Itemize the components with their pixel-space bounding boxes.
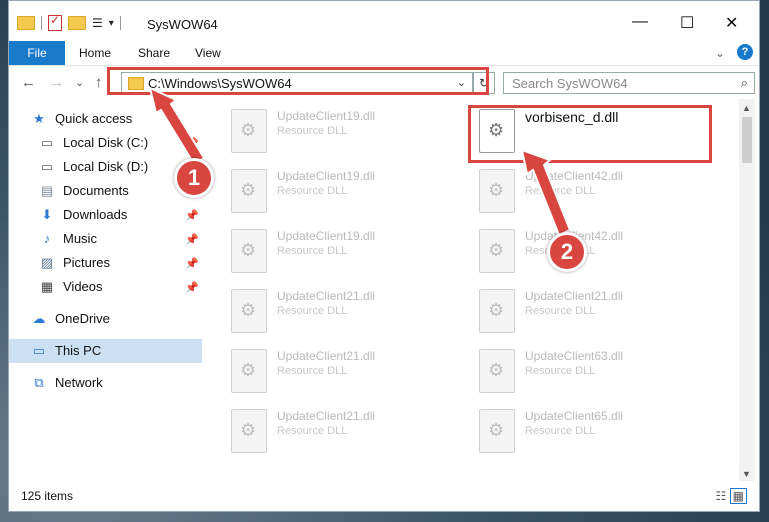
- step-2-badge: 2: [547, 232, 587, 272]
- arrow-1: [148, 86, 206, 166]
- step-1-badge: 1: [174, 158, 214, 198]
- annotation-arrows: [148, 86, 572, 237]
- arrow-2: [520, 148, 572, 237]
